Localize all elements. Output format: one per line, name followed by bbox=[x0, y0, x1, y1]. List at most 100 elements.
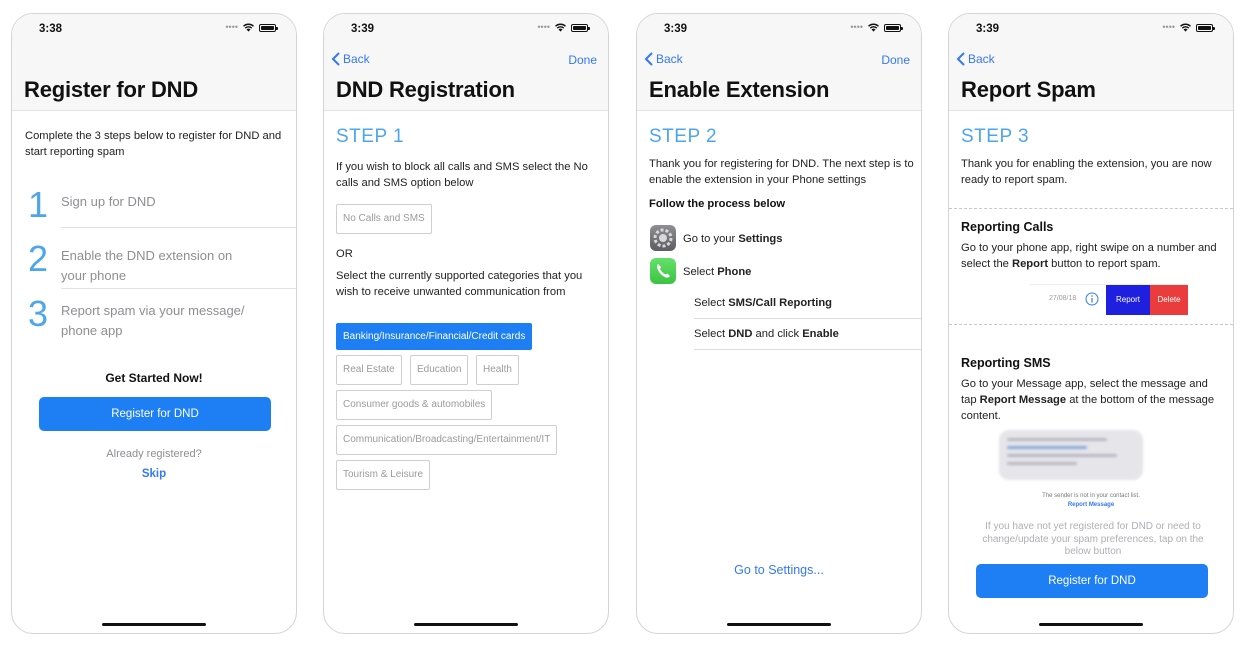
step-number: 1 bbox=[27, 184, 49, 225]
reporting-sms-text: Go to your Message app, select the messa… bbox=[961, 378, 1215, 422]
nav-bar: 3:39 •••• Back Done Enable Extension bbox=[637, 14, 921, 111]
screen-dnd-registration: 3:39 •••• Back Done DND Registration STE… bbox=[323, 13, 609, 634]
call-date: 27/08/18 bbox=[1049, 295, 1077, 302]
go-to-settings-link[interactable]: Go to Settings... bbox=[637, 563, 921, 577]
settings-app-icon bbox=[650, 225, 676, 251]
wifi-icon bbox=[243, 23, 254, 32]
category-chip-education[interactable]: Education bbox=[410, 355, 469, 385]
battery-icon bbox=[1196, 23, 1215, 32]
body-text: Thank you for enabling the extension, yo… bbox=[961, 158, 1212, 186]
nav-bar: 3:38 •••• Register for DND bbox=[12, 14, 296, 111]
chevron-left-icon bbox=[644, 52, 653, 66]
report-action-button: Report bbox=[1106, 285, 1150, 315]
content: Complete the 3 steps below to register f… bbox=[12, 112, 296, 633]
category-chip-consumer-goods[interactable]: Consumer goods & automobiles bbox=[336, 390, 493, 420]
step-number: 2 bbox=[27, 238, 49, 279]
divider bbox=[949, 324, 1233, 325]
back-label: Back bbox=[968, 52, 995, 66]
back-button[interactable]: Back bbox=[331, 52, 370, 66]
status-time: 3:39 bbox=[976, 23, 1000, 35]
step-1: 1 Sign up for DND bbox=[25, 184, 296, 238]
or-label: OR bbox=[336, 248, 353, 260]
screen-enable-extension: 3:39 •••• Back Done Enable Extension STE… bbox=[636, 13, 922, 634]
footer-note: If you have not yet registered for DND o… bbox=[982, 521, 1204, 557]
reporting-calls-heading: Reporting Calls bbox=[961, 220, 1054, 234]
signal-icon: •••• bbox=[1162, 22, 1175, 32]
back-label: Back bbox=[343, 52, 370, 66]
status-icons: •••• bbox=[850, 22, 903, 32]
nav-bar: 3:39 •••• Back Report Spam bbox=[949, 14, 1233, 111]
done-button[interactable]: Done bbox=[568, 53, 597, 67]
screen-register: 3:38 •••• Register for DND Complete the … bbox=[11, 13, 297, 634]
step-label: Report spam via your message/ phone app bbox=[61, 303, 245, 338]
battery-icon bbox=[259, 23, 278, 32]
status-time: 3:38 bbox=[39, 23, 63, 35]
step-label: Enable the DND extension on your phone bbox=[61, 248, 233, 283]
status-time: 3:39 bbox=[351, 23, 375, 35]
wifi-icon bbox=[868, 23, 879, 32]
page-title: Report Spam bbox=[961, 77, 1096, 102]
status-icons: •••• bbox=[537, 22, 590, 32]
divider bbox=[694, 349, 921, 350]
category-chip-real-estate[interactable]: Real Estate bbox=[336, 355, 402, 385]
reporting-sms-heading: Reporting SMS bbox=[961, 356, 1051, 370]
page-title: DND Registration bbox=[336, 77, 515, 102]
step-3: 3 Report spam via your message/ phone ap… bbox=[25, 293, 296, 347]
block-text: If you wish to block all calls and SMS s… bbox=[336, 161, 588, 189]
step-heading: STEP 3 bbox=[961, 126, 1030, 147]
home-indicator[interactable] bbox=[414, 623, 518, 626]
wifi-icon bbox=[1180, 23, 1191, 32]
wifi-icon bbox=[555, 23, 566, 32]
delete-action-button: Delete bbox=[1150, 285, 1188, 315]
register-button[interactable]: Register for DND bbox=[39, 397, 271, 431]
battery-icon bbox=[571, 23, 590, 32]
divider bbox=[694, 318, 921, 319]
nav-bar: 3:39 •••• Back Done DND Registration bbox=[324, 14, 608, 111]
no-calls-option[interactable]: No Calls and SMS bbox=[336, 204, 432, 234]
back-button[interactable]: Back bbox=[644, 52, 683, 66]
home-indicator[interactable] bbox=[1039, 623, 1143, 626]
row-dnd-enable: Select DND and click Enable bbox=[694, 328, 839, 340]
status-icons: •••• bbox=[225, 22, 278, 32]
skip-link[interactable]: Skip bbox=[12, 468, 296, 480]
intro-text: Complete the 3 steps below to register f… bbox=[25, 130, 282, 158]
content: STEP 1 If you wish to block all calls an… bbox=[324, 112, 608, 633]
call-row-example: 27/08/18 Report Delete bbox=[1029, 284, 1188, 315]
row-sms-reporting: Select SMS/Call Reporting bbox=[694, 297, 833, 309]
reporting-calls-text: Go to your phone app, right swipe on a n… bbox=[961, 242, 1217, 270]
home-indicator[interactable] bbox=[727, 623, 831, 626]
page-title: Enable Extension bbox=[649, 77, 830, 102]
category-chip-communication[interactable]: Communication/Broadcasting/Entertainment… bbox=[336, 425, 558, 455]
done-button[interactable]: Done bbox=[881, 53, 910, 67]
report-message-link: Report Message bbox=[1067, 502, 1115, 508]
back-button[interactable]: Back bbox=[956, 52, 995, 66]
sender-note: The sender is not in your contact list. bbox=[1042, 493, 1140, 499]
step-2: 2 Enable the DND extension on your phone bbox=[25, 238, 296, 292]
divider bbox=[61, 288, 296, 289]
category-chip-tourism[interactable]: Tourism & Leisure bbox=[336, 460, 431, 490]
step-number: 3 bbox=[27, 293, 49, 334]
category-chip-banking[interactable]: Banking/Insurance/Financial/Credit cards bbox=[336, 323, 533, 350]
divider bbox=[949, 208, 1233, 209]
signal-icon: •••• bbox=[537, 22, 550, 32]
info-icon bbox=[1085, 292, 1099, 306]
page-title: Register for DND bbox=[24, 77, 199, 102]
signal-icon: •••• bbox=[225, 22, 238, 32]
screen-report-spam: 3:39 •••• Back Report Spam STEP 3 Thank … bbox=[948, 13, 1234, 634]
already-registered-label: Already registered? bbox=[106, 448, 202, 460]
step-heading: STEP 1 bbox=[336, 126, 405, 147]
register-button[interactable]: Register for DND bbox=[976, 564, 1208, 598]
phone-app-icon bbox=[650, 258, 676, 284]
chevron-left-icon bbox=[956, 52, 965, 66]
step-heading: STEP 2 bbox=[649, 126, 718, 147]
signal-icon: •••• bbox=[850, 22, 863, 32]
home-indicator[interactable] bbox=[102, 623, 206, 626]
content: STEP 3 Thank you for enabling the extens… bbox=[949, 112, 1233, 633]
body-text: Thank you for registering for DND. The n… bbox=[649, 158, 914, 186]
category-chip-health[interactable]: Health bbox=[476, 355, 519, 385]
status-icons: •••• bbox=[1162, 22, 1215, 32]
chevron-left-icon bbox=[331, 52, 340, 66]
message-bubble bbox=[999, 430, 1143, 480]
back-label: Back bbox=[656, 52, 683, 66]
battery-icon bbox=[884, 23, 903, 32]
